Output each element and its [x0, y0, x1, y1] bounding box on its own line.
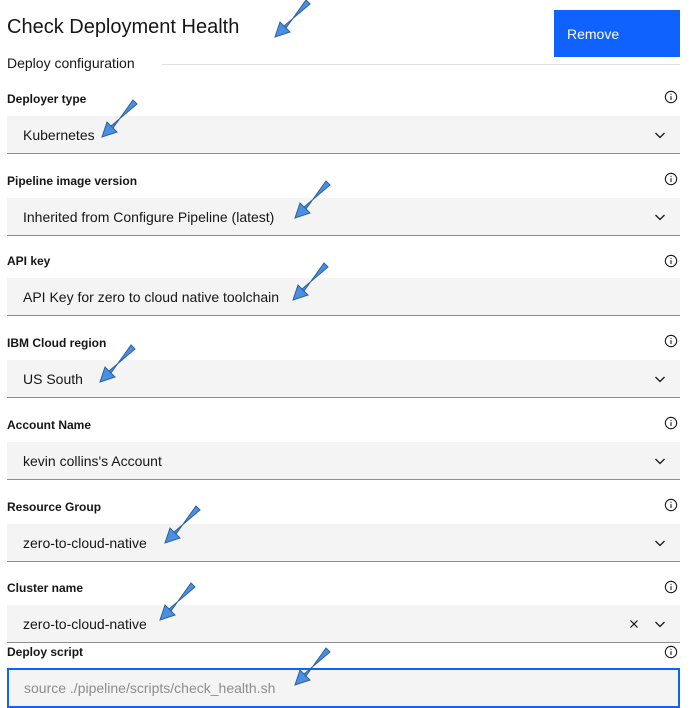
- resource-group-value: zero-to-cloud-native: [23, 535, 147, 551]
- arrow-icon: [99, 344, 136, 383]
- api-key-value: API Key for zero to cloud native toolcha…: [23, 289, 280, 305]
- resource-group-dropdown[interactable]: zero-to-cloud-native: [7, 524, 680, 562]
- arrow-icon: [294, 647, 331, 686]
- close-icon[interactable]: [628, 618, 640, 630]
- arrow-icon: [164, 505, 201, 544]
- deployer-type-value: Kubernetes: [23, 127, 95, 143]
- cluster-name-label: Cluster name: [7, 581, 84, 595]
- info-icon[interactable]: [664, 580, 678, 594]
- remove-button[interactable]: Remove: [554, 10, 680, 57]
- chevron-down-icon[interactable]: [654, 211, 666, 223]
- info-icon[interactable]: [664, 90, 678, 104]
- arrow-icon: [101, 99, 138, 138]
- chevron-down-icon[interactable]: [654, 537, 666, 549]
- arrow-icon: [294, 180, 331, 219]
- arrow-icon: [274, 0, 311, 38]
- info-icon[interactable]: [664, 254, 678, 268]
- section-heading: Deploy configuration: [7, 55, 135, 71]
- info-icon[interactable]: [664, 334, 678, 348]
- ibm-cloud-region-label: IBM Cloud region: [7, 336, 107, 350]
- deploy-script-label: Deploy script: [7, 645, 84, 659]
- section-divider: [162, 64, 680, 65]
- api-key-label: API key: [7, 254, 51, 268]
- chevron-down-icon[interactable]: [654, 618, 666, 630]
- arrow-icon: [292, 262, 329, 301]
- ibm-cloud-region-value: US South: [23, 371, 83, 387]
- api-key-field[interactable]: API Key for zero to cloud native toolcha…: [7, 278, 680, 316]
- info-icon[interactable]: [664, 172, 678, 186]
- pipeline-image-version-dropdown[interactable]: Inherited from Configure Pipeline (lates…: [7, 198, 680, 236]
- account-name-label: Account Name: [7, 418, 92, 432]
- info-icon[interactable]: [664, 498, 678, 512]
- cluster-name-combobox[interactable]: zero-to-cloud-native: [7, 605, 680, 643]
- account-name-dropdown[interactable]: kevin collins's Account: [7, 442, 680, 480]
- chevron-down-icon[interactable]: [654, 455, 666, 467]
- cluster-name-value: zero-to-cloud-native: [23, 616, 147, 632]
- account-name-value: kevin collins's Account: [23, 453, 162, 469]
- deployer-type-label: Deployer type: [7, 92, 87, 106]
- pipeline-image-version-label: Pipeline image version: [7, 174, 138, 188]
- info-icon[interactable]: [664, 645, 678, 659]
- arrow-icon: [159, 582, 196, 621]
- deploy-script-value: source ./pipeline/scripts/check_health.s…: [24, 680, 276, 696]
- deploy-script-textarea[interactable]: source ./pipeline/scripts/check_health.s…: [7, 668, 680, 708]
- chevron-down-icon[interactable]: [654, 373, 666, 385]
- page-title: Check Deployment Health: [7, 16, 240, 38]
- pipeline-image-version-value: Inherited from Configure Pipeline (lates…: [23, 209, 275, 225]
- resource-group-label: Resource Group: [7, 500, 102, 514]
- chevron-down-icon[interactable]: [654, 129, 666, 141]
- info-icon[interactable]: [664, 416, 678, 430]
